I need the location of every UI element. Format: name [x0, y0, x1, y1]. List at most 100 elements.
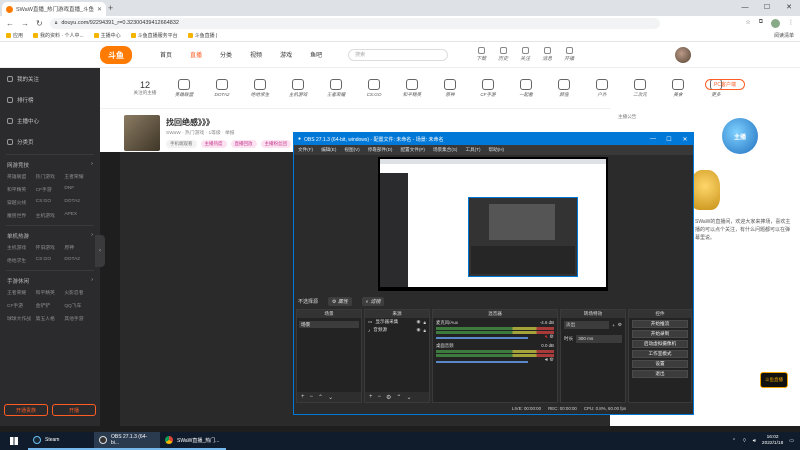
close-tab-icon[interactable]: ✕: [97, 6, 102, 13]
taskbar-app-chrome[interactable]: SWaW直播_热门...: [160, 432, 226, 450]
sidebar-link[interactable]: CF手游: [36, 186, 65, 193]
message-button[interactable]: 消息: [542, 47, 552, 62]
room-tag[interactable]: 手机端观看: [166, 140, 197, 148]
subnav-item[interactable]: 英雄联盟: [170, 78, 198, 98]
sidebar-link[interactable]: DNF: [64, 186, 93, 193]
lock-icon[interactable]: 🔒︎: [424, 328, 426, 333]
gear-icon[interactable]: ⚙: [550, 334, 554, 340]
start-streaming-button[interactable]: 开始推流: [632, 320, 688, 328]
address-bar[interactable]: 🔒︎ douyu.com/92294391_r=0.32300439412664…: [49, 17, 660, 29]
side-bubble[interactable]: 主播公告: [618, 114, 636, 120]
sidebar-link[interactable]: CF手游: [7, 302, 36, 309]
star-icon[interactable]: ☆: [745, 19, 750, 28]
sidebar-collapse-handle[interactable]: ‹: [95, 235, 105, 267]
minimize-icon[interactable]: —: [734, 0, 756, 16]
sidebar-link[interactable]: 第五人格: [36, 315, 65, 322]
sidebar-link[interactable]: 主机游戏: [7, 244, 36, 251]
taskbar-app-obs[interactable]: OBS 27.1.3 (64-bi...: [94, 432, 160, 450]
studio-mode-button[interactable]: 工作室模式: [632, 350, 688, 358]
sidebar-link[interactable]: CS:GO: [36, 257, 65, 264]
menu-help[interactable]: 帮助(H): [489, 147, 505, 153]
nav-category[interactable]: 分类: [220, 50, 232, 59]
menu-profile[interactable]: 配置文件(P): [400, 147, 425, 153]
sidebar-link[interactable]: 热门游戏: [36, 173, 65, 180]
sidebar-link[interactable]: 王者荣耀: [64, 173, 93, 180]
sidebar-link[interactable]: 怀旧游戏: [36, 244, 65, 251]
move-down-icon[interactable]: ⌄: [406, 394, 411, 401]
sidebar-link[interactable]: QQ飞车: [64, 302, 93, 309]
pc-client-button[interactable]: PC客户端: [705, 79, 745, 90]
scene-list-item[interactable]: 场景: [299, 321, 359, 328]
settings-button[interactable]: 设置: [632, 360, 688, 368]
move-up-icon[interactable]: ⌃: [396, 394, 401, 401]
user-avatar[interactable]: [675, 47, 691, 63]
bookmark-item[interactable]: 应用: [6, 32, 23, 39]
sidebar-link[interactable]: 主机游戏: [36, 212, 65, 219]
close-icon[interactable]: ✕: [778, 0, 800, 16]
sidebar-group-title[interactable]: 单机热游 ›: [0, 228, 100, 242]
start-live-button[interactable]: 开播: [52, 404, 96, 416]
subnav-item[interactable]: 王者荣耀: [322, 78, 350, 98]
sidebar-link[interactable]: 王者荣耀: [7, 289, 36, 296]
extensions-icon[interactable]: ⧉: [759, 19, 763, 28]
download-button[interactable]: 下载: [476, 47, 486, 62]
volume-icon[interactable]: 🔊︎: [753, 438, 756, 444]
sidebar-link[interactable]: 绝地求生: [7, 257, 36, 264]
new-tab-icon[interactable]: +: [108, 3, 113, 13]
volume-slider[interactable]: [436, 360, 529, 363]
follow-button[interactable]: 关注: [520, 47, 530, 62]
duration-input[interactable]: 300 ms: [576, 335, 622, 343]
bookmark-item[interactable]: 主播中心: [93, 32, 121, 39]
browser-tab[interactable]: SWaW直播_热门游戏直播_斗鱼 ✕: [2, 2, 106, 16]
sidebar-group-title[interactable]: 手游休闲 ›: [0, 273, 100, 287]
subnav-item[interactable]: 美食: [664, 78, 692, 98]
obs-preview[interactable]: [378, 157, 608, 291]
sidebar-link[interactable]: 和平精英: [36, 289, 65, 296]
subnav-item[interactable]: 主机游戏: [284, 78, 312, 98]
subnav-item[interactable]: 二次元: [626, 78, 654, 98]
sidebar-link[interactable]: CS:GO: [36, 199, 65, 206]
tray-expand-icon[interactable]: ⌃: [732, 438, 736, 444]
subnav-item[interactable]: 颜值: [550, 78, 578, 98]
taskbar-app-steam[interactable]: Steam: [28, 432, 94, 450]
add-icon[interactable]: +: [369, 394, 373, 400]
sidebar-link[interactable]: 火影忍者: [64, 289, 93, 296]
transition-select[interactable]: 淡出: [564, 321, 610, 329]
menu-file[interactable]: 文件(F): [298, 147, 313, 153]
sidebar-link[interactable]: 英雄联盟: [7, 173, 36, 180]
sidebar-link[interactable]: 原神: [64, 244, 93, 251]
subnav-item[interactable]: 户外: [588, 78, 616, 98]
sidebar-link[interactable]: APEX: [64, 212, 93, 219]
bookmark-item[interactable]: 我的资料 · 个人中...: [33, 32, 84, 39]
room-tag[interactable]: 主播热度: [200, 140, 227, 148]
filters-button[interactable]: ◐ 滤镜: [361, 296, 385, 306]
bookmark-item[interactable]: 斗鱼直播 |: [187, 32, 217, 39]
reload-icon[interactable]: ↻: [36, 19, 43, 28]
maximize-icon[interactable]: ☐: [661, 136, 677, 143]
sidebar-link[interactable]: 其他手游: [64, 315, 93, 322]
noble-button[interactable]: 开通贵族: [4, 404, 48, 416]
visibility-icon[interactable]: ◉: [417, 319, 421, 325]
back-icon[interactable]: ←: [6, 19, 14, 28]
nav-yuba[interactable]: 鱼吧: [310, 50, 322, 59]
nav-live[interactable]: 直播: [190, 50, 202, 59]
subnav-item[interactable]: 原神: [436, 78, 464, 98]
go-live-button[interactable]: 开播: [564, 47, 574, 62]
douyu-logo[interactable]: 斗鱼: [100, 46, 132, 64]
menu-scene-collection[interactable]: 场景集合(S): [433, 147, 458, 153]
bookmark-item[interactable]: 斗鱼直播服务平台: [130, 32, 178, 39]
start-button[interactable]: [0, 432, 28, 450]
room-tag[interactable]: 直播回放: [230, 140, 257, 148]
subnav-item[interactable]: 绝地求生: [246, 78, 274, 98]
menu-view[interactable]: 视图(V): [344, 147, 359, 153]
reading-list[interactable]: 阅读清单: [774, 32, 794, 39]
maximize-icon[interactable]: ☐: [756, 0, 778, 16]
sidebar-link[interactable]: DOTA2: [64, 257, 93, 264]
sidebar-item-follow[interactable]: 我的关注: [0, 68, 100, 89]
subnav-item[interactable]: 和平精英: [398, 78, 426, 98]
history-button[interactable]: 历史: [498, 47, 508, 62]
close-icon[interactable]: ✕: [677, 136, 693, 143]
room-avatar[interactable]: [124, 115, 160, 151]
source-list-item[interactable]: ♪ 音频源 ◉ 🔒︎: [365, 326, 429, 334]
sidebar-link[interactable]: 和平精英: [7, 186, 36, 193]
